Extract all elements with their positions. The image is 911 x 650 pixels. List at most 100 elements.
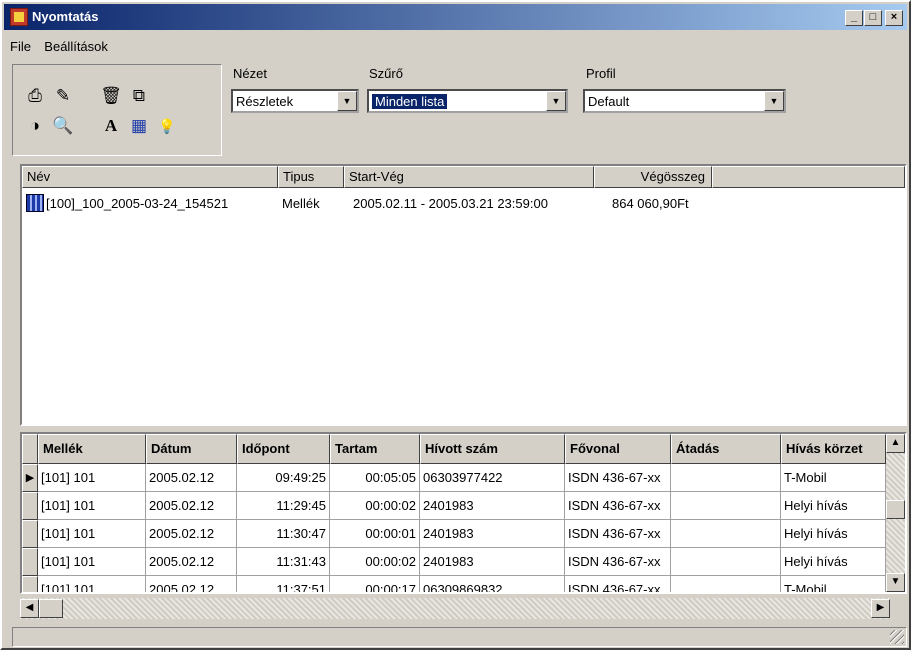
col-header-nev[interactable]: Név	[22, 166, 278, 188]
hscroll-thumb[interactable]	[39, 599, 63, 618]
cell-hivott: 06303977422	[420, 464, 565, 492]
maximize-button[interactable]: □	[864, 10, 882, 26]
row-indicator[interactable]	[22, 548, 38, 576]
row-indicator[interactable]	[22, 576, 38, 592]
cell-fovonal: ISDN 436-67-xx	[565, 492, 671, 520]
grid-header-datum[interactable]: Dátum	[146, 434, 237, 464]
list-start-veg: 2005.02.11 - 2005.03.21 23:59:00	[353, 196, 548, 211]
copy-icon[interactable]: ⧉	[125, 83, 153, 109]
cell-idopont: 11:37:51	[237, 576, 330, 592]
cell-hivott: 2401983	[420, 492, 565, 520]
print-icon[interactable]: ⎙	[21, 83, 49, 109]
scroll-left-icon[interactable]: ◀	[20, 599, 39, 618]
cell-datum: 2005.02.12	[146, 492, 237, 520]
nezet-select[interactable]: Részletek ▼	[231, 89, 359, 113]
cell-fovonal: ISDN 436-67-xx	[565, 576, 671, 592]
chevron-down-icon[interactable]: ▼	[337, 91, 357, 111]
scroll-down-icon[interactable]: ▼	[886, 573, 905, 592]
grid-header-atadas[interactable]: Átadás	[671, 434, 781, 464]
list-vegosszeg: 864 060,90Ft	[612, 196, 689, 211]
szuro-select[interactable]: Minden lista ▼	[367, 89, 568, 113]
cell-korzet: T-Mobil	[781, 576, 886, 592]
cell-hivott: 2401983	[420, 520, 565, 548]
window: Nyomtatás _ □ × File Beállítások ⎙ ✎ 🗑 ⧉…	[0, 0, 911, 650]
grid-header-hivott[interactable]: Hívott szám	[420, 434, 565, 464]
cell-atadas	[671, 520, 781, 548]
menu-beallitasok[interactable]: Beállítások	[44, 39, 108, 54]
row-indicator[interactable]	[22, 520, 38, 548]
cell-korzet: T-Mobil	[781, 464, 886, 492]
settings-icon[interactable]: ✎	[49, 83, 77, 109]
title-bar[interactable]: Nyomtatás _ □ ×	[4, 4, 907, 30]
cell-datum: 2005.02.12	[146, 548, 237, 576]
col-header-vegosszeg[interactable]: Végösszeg	[594, 166, 712, 188]
row-indicator[interactable]: ▶	[22, 464, 38, 492]
font-icon[interactable]: A	[97, 113, 125, 139]
scroll-thumb[interactable]	[886, 500, 905, 519]
col-header-start-veg[interactable]: Start-Vég	[344, 166, 594, 188]
cell-mellek: [101] 101	[38, 576, 146, 592]
cell-atadas	[671, 576, 781, 592]
cell-tartam: 00:00:02	[330, 548, 420, 576]
grid-corner	[22, 434, 38, 464]
menu-bar: File Beállítások	[10, 39, 118, 59]
list-file-icon	[26, 194, 44, 212]
cell-mellek: [101] 101	[38, 464, 146, 492]
table-icon[interactable]: ▦	[125, 113, 153, 139]
window-title: Nyomtatás	[32, 9, 99, 24]
grid-header-mellek[interactable]: Mellék	[38, 434, 146, 464]
call-grid: Mellék Dátum Időpont Tartam Hívott szám …	[20, 432, 907, 594]
scroll-up-icon[interactable]: ▲	[886, 434, 905, 453]
row-indicator[interactable]	[22, 492, 38, 520]
cell-atadas	[671, 464, 781, 492]
cell-hivott: 2401983	[420, 548, 565, 576]
print-list: Név Tipus Start-Vég Végösszeg [100]_100_…	[20, 164, 907, 426]
horizontal-scrollbar[interactable]: ◀ ▶	[20, 598, 890, 619]
menu-file[interactable]: File	[10, 39, 31, 54]
color-icon[interactable]: ◑	[21, 113, 49, 139]
cell-fovonal: ISDN 436-67-xx	[565, 464, 671, 492]
cell-fovonal: ISDN 436-67-xx	[565, 548, 671, 576]
chevron-down-icon[interactable]: ▼	[546, 91, 566, 111]
bulb-icon[interactable]: 💡	[153, 113, 181, 139]
grid-header-idopont[interactable]: Időpont	[237, 434, 330, 464]
chevron-down-icon[interactable]: ▼	[764, 91, 784, 111]
status-bar	[12, 627, 907, 647]
col-header-tipus[interactable]: Tipus	[278, 166, 344, 188]
cell-korzet: Helyi hívás	[781, 492, 886, 520]
nezet-value: Részletek	[236, 94, 294, 109]
cell-datum: 2005.02.12	[146, 576, 237, 592]
cell-korzet: Helyi hívás	[781, 520, 886, 548]
cell-tartam: 00:00:17	[330, 576, 420, 592]
szuro-value: Minden lista	[372, 94, 448, 109]
scroll-right-icon[interactable]: ▶	[871, 599, 890, 618]
resize-grip-icon[interactable]	[890, 630, 904, 644]
grid-header-tartam[interactable]: Tartam	[330, 434, 420, 464]
list-nev: [100]_100_2005-03-24_154521	[46, 196, 229, 211]
app-icon	[10, 8, 28, 26]
profil-select[interactable]: Default ▼	[583, 89, 786, 113]
cell-idopont: 11:29:45	[237, 492, 330, 520]
cell-hivott: 06309869832	[420, 576, 565, 592]
cell-idopont: 09:49:25	[237, 464, 330, 492]
minimize-button[interactable]: _	[845, 10, 863, 26]
cell-idopont: 11:31:43	[237, 548, 330, 576]
cell-mellek: [101] 101	[38, 520, 146, 548]
cell-fovonal: ISDN 436-67-xx	[565, 520, 671, 548]
preview-icon[interactable]: 🔍	[49, 113, 77, 139]
col-header-filler	[712, 166, 905, 188]
list-tipus: Mellék	[282, 196, 320, 211]
grid-header-korzet[interactable]: Hívás körzet	[781, 434, 886, 464]
toolbar: ⎙ ✎ 🗑 ⧉ ◑ 🔍 A ▦ 💡	[12, 64, 222, 156]
grid-header-fovonal[interactable]: Fővonal	[565, 434, 671, 464]
nezet-label: Nézet	[233, 66, 267, 81]
cell-idopont: 11:30:47	[237, 520, 330, 548]
cell-tartam: 00:00:01	[330, 520, 420, 548]
vertical-scrollbar[interactable]: ▲ ▼	[886, 434, 905, 592]
close-button[interactable]: ×	[885, 10, 903, 26]
cell-korzet: Helyi hívás	[781, 548, 886, 576]
profil-value: Default	[588, 94, 630, 109]
trash-icon[interactable]: 🗑	[97, 83, 125, 109]
cell-mellek: [101] 101	[38, 492, 146, 520]
szuro-label: Szűrő	[369, 66, 403, 81]
